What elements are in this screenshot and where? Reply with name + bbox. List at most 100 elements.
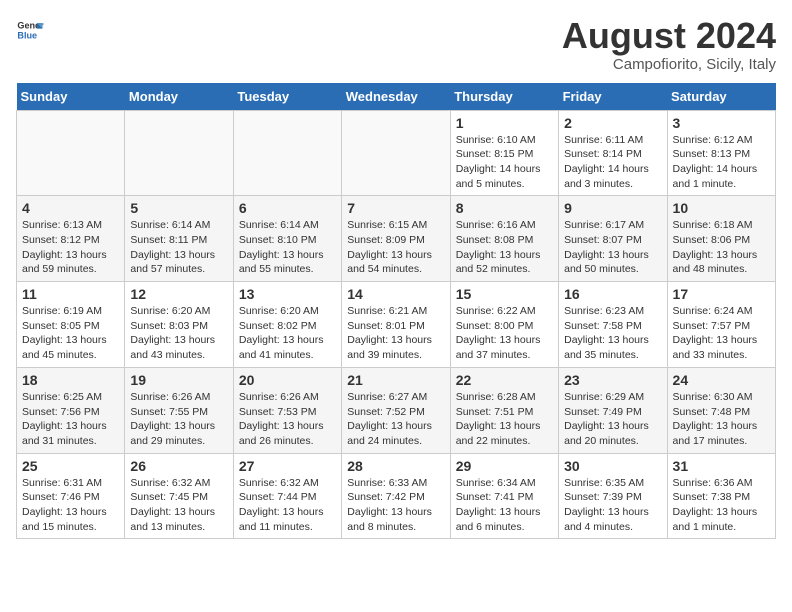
day-number: 28 <box>347 458 444 474</box>
day-info: Sunrise: 6:29 AM Sunset: 7:49 PM Dayligh… <box>564 390 661 449</box>
day-number: 12 <box>130 286 227 302</box>
title-block: August 2024 Campofiorito, Sicily, Italy <box>562 16 776 73</box>
day-cell: 24 Sunrise: 6:30 AM Sunset: 7:48 PM Dayli… <box>667 367 775 453</box>
day-info: Sunrise: 6:12 AM Sunset: 8:13 PM Dayligh… <box>673 133 770 192</box>
day-number: 21 <box>347 372 444 388</box>
day-cell: 12 Sunrise: 6:20 AM Sunset: 8:03 PM Dayli… <box>125 282 233 368</box>
day-cell: 30 Sunrise: 6:35 AM Sunset: 7:39 PM Dayli… <box>559 453 667 539</box>
day-cell: 25 Sunrise: 6:31 AM Sunset: 7:46 PM Dayli… <box>17 453 125 539</box>
day-cell: 1Sunrise: 6:10 AM Sunset: 8:15 PM Daylig… <box>450 110 558 196</box>
header-row: SundayMondayTuesdayWednesdayThursdayFrid… <box>17 83 776 111</box>
day-info: Sunrise: 6:14 AM Sunset: 8:10 PM Dayligh… <box>239 218 336 277</box>
day-cell: 4Sunrise: 6:13 AM Sunset: 8:12 PM Daylig… <box>17 196 125 282</box>
day-cell: 10 Sunrise: 6:18 AM Sunset: 8:06 PM Dayli… <box>667 196 775 282</box>
day-number: 1 <box>456 115 553 131</box>
day-info: Sunrise: 6:18 AM Sunset: 8:06 PM Dayligh… <box>673 218 770 277</box>
week-row-1: 1Sunrise: 6:10 AM Sunset: 8:15 PM Daylig… <box>17 110 776 196</box>
day-number: 15 <box>456 286 553 302</box>
day-number: 2 <box>564 115 661 131</box>
day-header-saturday: Saturday <box>667 83 775 111</box>
logo-icon: General Blue <box>16 16 44 44</box>
day-cell: 14 Sunrise: 6:21 AM Sunset: 8:01 PM Dayli… <box>342 282 450 368</box>
day-info: Sunrise: 6:26 AM Sunset: 7:53 PM Dayligh… <box>239 390 336 449</box>
day-cell: 20 Sunrise: 6:26 AM Sunset: 7:53 PM Dayli… <box>233 367 341 453</box>
day-cell: 9 Sunrise: 6:17 AM Sunset: 8:07 PM Daylig… <box>559 196 667 282</box>
day-info: Sunrise: 6:33 AM Sunset: 7:42 PM Dayligh… <box>347 476 444 535</box>
day-info: Sunrise: 6:19 AM Sunset: 8:05 PM Dayligh… <box>22 304 119 363</box>
day-cell: 21 Sunrise: 6:27 AM Sunset: 7:52 PM Dayli… <box>342 367 450 453</box>
day-number: 7 <box>347 200 444 216</box>
day-info: Sunrise: 6:20 AM Sunset: 8:02 PM Dayligh… <box>239 304 336 363</box>
day-info: Sunrise: 6:25 AM Sunset: 7:56 PM Dayligh… <box>22 390 119 449</box>
day-number: 25 <box>22 458 119 474</box>
day-number: 17 <box>673 286 770 302</box>
day-cell: 8 Sunrise: 6:16 AM Sunset: 8:08 PM Daylig… <box>450 196 558 282</box>
day-header-wednesday: Wednesday <box>342 83 450 111</box>
day-header-sunday: Sunday <box>17 83 125 111</box>
day-number: 27 <box>239 458 336 474</box>
day-header-thursday: Thursday <box>450 83 558 111</box>
day-number: 22 <box>456 372 553 388</box>
day-number: 8 <box>456 200 553 216</box>
day-info: Sunrise: 6:23 AM Sunset: 7:58 PM Dayligh… <box>564 304 661 363</box>
calendar-table: SundayMondayTuesdayWednesdayThursdayFrid… <box>16 83 776 540</box>
week-row-5: 25 Sunrise: 6:31 AM Sunset: 7:46 PM Dayli… <box>17 453 776 539</box>
day-number: 10 <box>673 200 770 216</box>
day-cell: 3 Sunrise: 6:12 AM Sunset: 8:13 PM Daylig… <box>667 110 775 196</box>
day-info: Sunrise: 6:14 AM Sunset: 8:11 PM Dayligh… <box>130 218 227 277</box>
day-cell: 19 Sunrise: 6:26 AM Sunset: 7:55 PM Dayli… <box>125 367 233 453</box>
day-number: 23 <box>564 372 661 388</box>
day-info: Sunrise: 6:34 AM Sunset: 7:41 PM Dayligh… <box>456 476 553 535</box>
day-info: Sunrise: 6:30 AM Sunset: 7:48 PM Dayligh… <box>673 390 770 449</box>
day-number: 3 <box>673 115 770 131</box>
day-info: Sunrise: 6:28 AM Sunset: 7:51 PM Dayligh… <box>456 390 553 449</box>
day-cell: 27Sunrise: 6:32 AM Sunset: 7:44 PM Dayli… <box>233 453 341 539</box>
day-number: 30 <box>564 458 661 474</box>
day-number: 6 <box>239 200 336 216</box>
day-info: Sunrise: 6:15 AM Sunset: 8:09 PM Dayligh… <box>347 218 444 277</box>
day-header-tuesday: Tuesday <box>233 83 341 111</box>
day-cell: 31 Sunrise: 6:36 AM Sunset: 7:38 PM Dayli… <box>667 453 775 539</box>
day-cell <box>125 110 233 196</box>
day-cell: 11 Sunrise: 6:19 AM Sunset: 8:05 PM Dayli… <box>17 282 125 368</box>
day-number: 4 <box>22 200 119 216</box>
day-number: 14 <box>347 286 444 302</box>
day-info: Sunrise: 6:26 AM Sunset: 7:55 PM Dayligh… <box>130 390 227 449</box>
day-number: 16 <box>564 286 661 302</box>
day-number: 26 <box>130 458 227 474</box>
day-info: Sunrise: 6:36 AM Sunset: 7:38 PM Dayligh… <box>673 476 770 535</box>
day-cell: 5Sunrise: 6:14 AM Sunset: 8:11 PM Daylig… <box>125 196 233 282</box>
day-number: 20 <box>239 372 336 388</box>
day-info: Sunrise: 6:21 AM Sunset: 8:01 PM Dayligh… <box>347 304 444 363</box>
day-number: 24 <box>673 372 770 388</box>
day-cell: 22 Sunrise: 6:28 AM Sunset: 7:51 PM Dayli… <box>450 367 558 453</box>
day-cell: 17Sunrise: 6:24 AM Sunset: 7:57 PM Dayli… <box>667 282 775 368</box>
week-row-4: 18Sunrise: 6:25 AM Sunset: 7:56 PM Dayli… <box>17 367 776 453</box>
day-number: 31 <box>673 458 770 474</box>
day-number: 19 <box>130 372 227 388</box>
page-header: General Blue August 2024 Campofiorito, S… <box>16 16 776 73</box>
day-header-friday: Friday <box>559 83 667 111</box>
svg-text:Blue: Blue <box>17 30 37 40</box>
day-info: Sunrise: 6:27 AM Sunset: 7:52 PM Dayligh… <box>347 390 444 449</box>
day-info: Sunrise: 6:16 AM Sunset: 8:08 PM Dayligh… <box>456 218 553 277</box>
day-cell <box>342 110 450 196</box>
day-info: Sunrise: 6:35 AM Sunset: 7:39 PM Dayligh… <box>564 476 661 535</box>
day-cell: 13Sunrise: 6:20 AM Sunset: 8:02 PM Dayli… <box>233 282 341 368</box>
month-title: August 2024 <box>562 16 776 56</box>
day-number: 11 <box>22 286 119 302</box>
logo: General Blue <box>16 16 44 44</box>
day-number: 9 <box>564 200 661 216</box>
day-info: Sunrise: 6:22 AM Sunset: 8:00 PM Dayligh… <box>456 304 553 363</box>
day-info: Sunrise: 6:11 AM Sunset: 8:14 PM Dayligh… <box>564 133 661 192</box>
day-cell: 7 Sunrise: 6:15 AM Sunset: 8:09 PM Daylig… <box>342 196 450 282</box>
day-cell: 16 Sunrise: 6:23 AM Sunset: 7:58 PM Dayli… <box>559 282 667 368</box>
day-info: Sunrise: 6:31 AM Sunset: 7:46 PM Dayligh… <box>22 476 119 535</box>
day-cell <box>233 110 341 196</box>
day-number: 29 <box>456 458 553 474</box>
day-cell: 28 Sunrise: 6:33 AM Sunset: 7:42 PM Dayli… <box>342 453 450 539</box>
day-info: Sunrise: 6:20 AM Sunset: 8:03 PM Dayligh… <box>130 304 227 363</box>
day-cell: 18Sunrise: 6:25 AM Sunset: 7:56 PM Dayli… <box>17 367 125 453</box>
day-info: Sunrise: 6:17 AM Sunset: 8:07 PM Dayligh… <box>564 218 661 277</box>
day-cell: 23 Sunrise: 6:29 AM Sunset: 7:49 PM Dayli… <box>559 367 667 453</box>
